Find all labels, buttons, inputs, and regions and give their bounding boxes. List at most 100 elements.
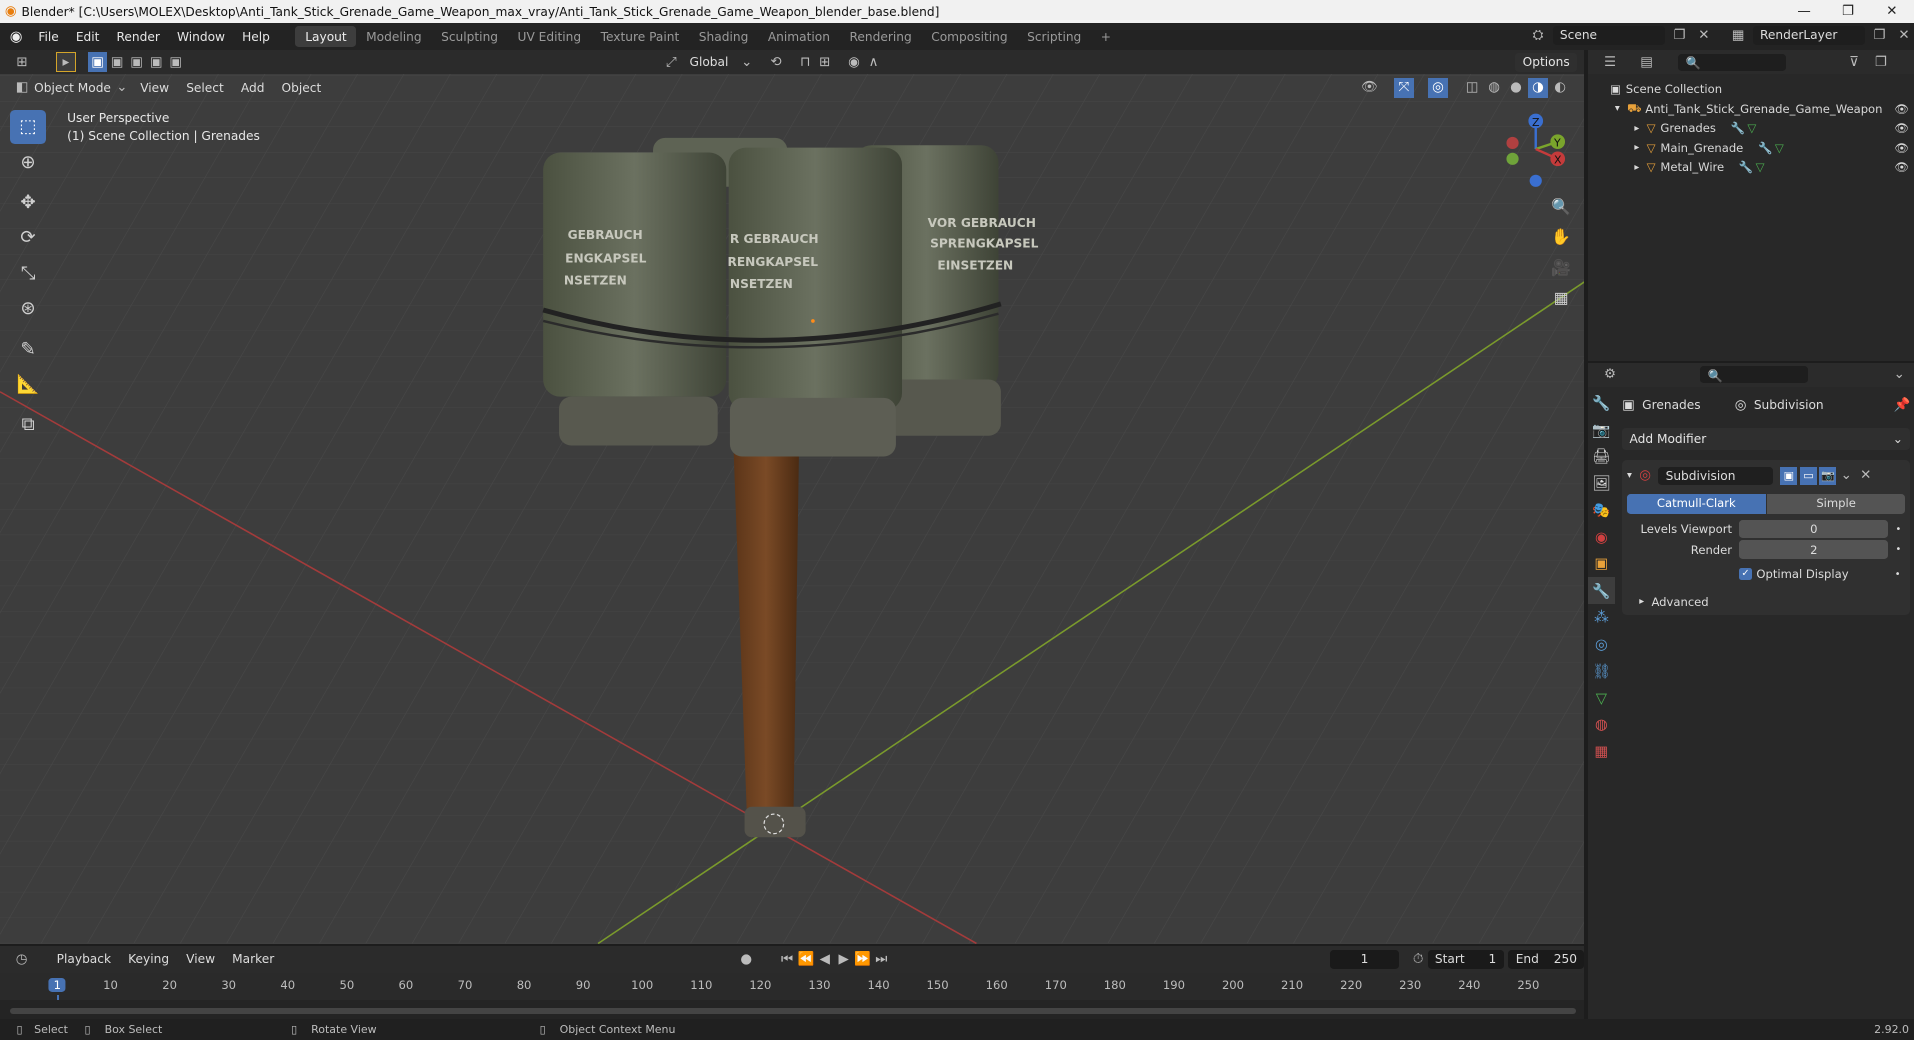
modifier-tab-icon[interactable]: 🔧 <box>1588 577 1615 605</box>
new-layer-icon[interactable]: ❐ <box>1870 26 1890 46</box>
mesh-data-icon[interactable]: ▽ <box>1756 160 1765 174</box>
outliner-row-metal-wire[interactable]: ▸ ▽ Metal_Wire 🔧 ▽ 👁 <box>1588 157 1914 177</box>
object-mode-icon[interactable]: ◧ <box>12 78 32 98</box>
output-tab-icon[interactable]: 🖨 <box>1588 443 1615 470</box>
keyframe-dot-icon[interactable]: • <box>1896 544 1902 555</box>
simple-button[interactable]: Simple <box>1766 494 1906 514</box>
falloff-icon[interactable]: ∧ <box>864 52 884 72</box>
timeline-view-menu[interactable]: View <box>178 950 224 969</box>
object-tab-icon[interactable]: ▣ <box>1588 550 1615 577</box>
constraints-tab-icon[interactable]: ⛓ <box>1588 658 1615 685</box>
transform-orientation-icon[interactable]: ⤢ <box>661 52 681 72</box>
keying-menu[interactable]: Keying <box>120 950 178 969</box>
workspace-tab-uv-editing[interactable]: UV Editing <box>508 26 591 47</box>
visibility-icon[interactable]: 👁 <box>1360 78 1380 98</box>
xray-icon[interactable]: ◫ <box>1462 78 1482 98</box>
current-frame-field[interactable]: 1 <box>1330 949 1399 969</box>
workspace-tab-scripting[interactable]: Scripting <box>1017 26 1091 47</box>
outliner-row-collection[interactable]: ▾ ⛟ Anti_Tank_Stick_Grenade_Game_Weapon … <box>1588 99 1914 119</box>
outliner-editor-type-icon[interactable]: ☰ <box>1600 52 1620 72</box>
scene-tab-icon[interactable]: 🎭 <box>1588 497 1615 524</box>
properties-editor-type-icon[interactable]: ⚙ <box>1600 365 1620 385</box>
editor-type-icon[interactable]: ⊞ <box>12 52 32 72</box>
play-icon[interactable]: ▶ <box>834 950 853 970</box>
select-tool-mode-icon[interactable]: ▸ <box>56 52 76 72</box>
workspace-tab-compositing[interactable]: Compositing <box>921 26 1017 47</box>
material-tab-icon[interactable]: ◍ <box>1588 711 1615 738</box>
menu-file[interactable]: File <box>30 30 67 44</box>
viewport-toggle-icon[interactable]: ▭ <box>1799 467 1817 485</box>
jump-start-icon[interactable]: ⏮ <box>778 950 797 970</box>
select-subtract-icon[interactable]: ▣ <box>127 52 147 72</box>
editmode-toggle-icon[interactable]: ▣ <box>1780 467 1798 485</box>
pin-icon[interactable]: 📌 <box>1894 398 1911 413</box>
remove-scene-icon[interactable]: ✕ <box>1694 26 1714 46</box>
remove-layer-icon[interactable]: ✕ <box>1894 26 1914 46</box>
eye-icon[interactable]: 👁 <box>1894 121 1909 135</box>
render-levels-field[interactable]: 2 <box>1739 540 1889 560</box>
add-modifier-dropdown[interactable]: Add Modifier ⌄ <box>1622 428 1911 451</box>
gizmo-toggle-icon[interactable]: ⤧ <box>1394 78 1414 98</box>
mesh-data-icon[interactable]: ▽ <box>1775 141 1784 155</box>
end-frame-field[interactable]: End 250 <box>1508 949 1585 969</box>
preview-range-icon[interactable]: ⏱ <box>1409 950 1428 970</box>
workspace-tab-animation[interactable]: Animation <box>758 26 840 47</box>
select-box-tool[interactable]: ⬚ <box>9 109 47 145</box>
object-menu[interactable]: Object <box>273 78 330 97</box>
render-layer-field[interactable]: RenderLayer <box>1752 25 1865 45</box>
select-extend-icon[interactable]: ▣ <box>107 52 127 72</box>
expand-arrow-icon[interactable]: ▾ <box>1615 103 1620 114</box>
solid-shading-icon[interactable]: ● <box>1506 78 1526 98</box>
select-intersect-icon[interactable]: ▣ <box>166 52 186 72</box>
wireframe-shading-icon[interactable]: ◍ <box>1484 78 1504 98</box>
rendered-shading-icon[interactable]: ◐ <box>1550 78 1570 98</box>
mode-dropdown[interactable]: Object Mode <box>32 78 120 97</box>
minimize-button[interactable]: — <box>1782 0 1826 23</box>
properties-search-field[interactable]: 🔍 <box>1700 366 1808 384</box>
blender-menu-icon[interactable]: ◉ <box>10 28 23 45</box>
display-mode-icon[interactable]: ▤ <box>1637 52 1657 72</box>
outliner-row-main-grenade[interactable]: ▸ ▽ Main_Grenade 🔧 ▽ 👁 <box>1588 138 1914 158</box>
optimal-display-checkbox[interactable]: ✓ <box>1739 568 1752 581</box>
proportional-edit-icon[interactable]: ◉ <box>844 52 864 72</box>
timeline-scrollbar[interactable] <box>9 1008 1576 1015</box>
outliner-row-scene-collection[interactable]: ▣ Scene Collection <box>1588 79 1914 99</box>
add-cube-tool[interactable]: ⧉ <box>10 408 47 442</box>
collapse-arrow-icon[interactable]: ▾ <box>1627 470 1632 481</box>
timeline-editor-type-icon[interactable]: ◷ <box>12 950 31 970</box>
select-menu[interactable]: Select <box>178 78 233 97</box>
add-workspace-button[interactable]: + <box>1091 26 1121 47</box>
close-window-button[interactable]: ✕ <box>1870 0 1914 23</box>
view-layer-tab-icon[interactable]: 🖼 <box>1588 470 1615 497</box>
eye-icon[interactable]: 👁 <box>1894 141 1909 155</box>
snap-target-icon[interactable]: ⊞ <box>815 52 835 72</box>
ortho-grid-icon[interactable]: ▦ <box>1548 284 1575 311</box>
render-tab-icon[interactable]: 📷 <box>1588 416 1615 443</box>
chevron-down-icon[interactable]: ⌄ <box>1890 365 1910 385</box>
measure-tool[interactable]: 📐 <box>10 367 47 401</box>
jump-keyframe-back-icon[interactable]: ⏪ <box>797 950 816 970</box>
add-menu[interactable]: Add <box>232 78 273 97</box>
auto-key-icon[interactable]: ● <box>737 950 756 970</box>
workspace-tab-shading[interactable]: Shading <box>689 26 758 47</box>
menu-edit[interactable]: Edit <box>67 30 108 44</box>
physics-tab-icon[interactable]: ◎ <box>1588 631 1615 658</box>
camera-view-icon[interactable]: 🎥 <box>1548 254 1575 281</box>
expand-arrow-icon[interactable]: ▸ <box>1634 162 1639 173</box>
menu-render[interactable]: Render <box>108 30 168 44</box>
outliner-search-field[interactable]: 🔍 <box>1678 53 1786 71</box>
advanced-subpanel[interactable]: ▸ Advanced <box>1627 593 1905 610</box>
world-tab-icon[interactable]: ◉ <box>1588 524 1615 551</box>
cursor-tool[interactable]: ⊕ <box>10 145 47 179</box>
options-dropdown[interactable]: Options <box>1515 52 1578 72</box>
modifier-wrench-icon[interactable]: 🔧 <box>1758 141 1772 155</box>
expand-arrow-icon[interactable]: ▸ <box>1634 123 1639 134</box>
3d-viewport[interactable]: GEBRAUCH ENGKAPSEL NSETZEN R GEBRAUCH RE… <box>0 50 1585 944</box>
frame-ruler[interactable]: 1 10 20 30 40 50 60 70 80 90 100 110 120 130 140 150 160… <box>0 972 1585 1020</box>
restore-button[interactable]: ❐ <box>1826 0 1870 23</box>
rotate-tool[interactable]: ⟳ <box>10 221 47 255</box>
outliner-row-grenades[interactable]: ▸ ▽ Grenades 🔧 ▽ 👁 <box>1588 118 1914 138</box>
workspace-tab-modeling[interactable]: Modeling <box>356 26 431 47</box>
expand-arrow-icon[interactable]: ▸ <box>1634 142 1639 153</box>
particles-tab-icon[interactable]: ⁂ <box>1588 604 1615 631</box>
